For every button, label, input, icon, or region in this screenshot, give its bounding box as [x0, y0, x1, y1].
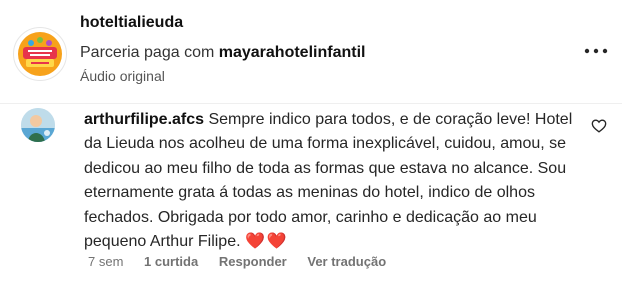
hotel-avatar[interactable]	[13, 27, 67, 81]
post-username[interactable]: hoteltialieuda	[80, 14, 183, 32]
partnership-prefix: Parceria paga com	[80, 44, 215, 61]
comment-author[interactable]: arthurfilipe.afcs	[84, 111, 204, 128]
paid-partnership-label: Parceria paga com mayarahotelinfantil	[80, 44, 365, 62]
comment-time: 7 sem	[88, 254, 124, 269]
reply-button[interactable]: Responder	[219, 254, 287, 269]
partner-link[interactable]: mayarahotelinfantil	[219, 44, 366, 61]
post-header: hoteltialieuda Parceria paga com mayarah…	[0, 0, 622, 96]
hotel-logo-icon	[15, 29, 65, 79]
comment-body: arthurfilipe.afcs Sempre indico para tod…	[84, 108, 584, 254]
comment-likes[interactable]: 1 curtida	[144, 254, 198, 269]
translate-button[interactable]: Ver tradução	[307, 254, 386, 269]
commenter-photo-icon	[21, 108, 55, 142]
comment: arthurfilipe.afcs Sempre indico para tod…	[0, 104, 622, 283]
audio-link[interactable]: Áudio original	[80, 68, 165, 84]
commenter-avatar[interactable]	[21, 108, 55, 142]
comment-meta: 7 sem 1 curtida Responder Ver tradução	[88, 254, 403, 269]
like-comment-heart-icon[interactable]	[591, 118, 607, 133]
heart-emojis: ❤️❤️	[245, 233, 289, 251]
more-options-icon[interactable]	[583, 44, 609, 58]
comment-text: Sempre indico para todos, e de coração l…	[84, 111, 573, 251]
